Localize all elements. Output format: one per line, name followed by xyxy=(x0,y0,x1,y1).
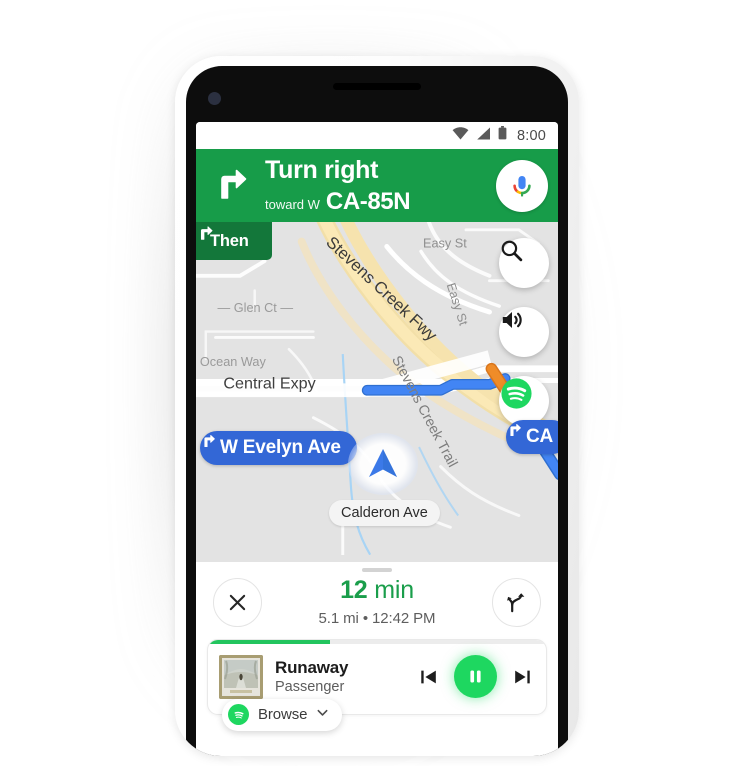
navigation-chevron-icon xyxy=(369,449,397,477)
then-maneuver-badge: Then xyxy=(196,222,272,260)
earpiece-speaker xyxy=(333,83,421,90)
close-icon[interactable] xyxy=(213,578,262,627)
navigation-instruction-block: Turn right toward W CA-85N xyxy=(265,155,496,215)
phone-screen: 8:00 Turn right toward W CA-85N — Glen C… xyxy=(196,122,558,756)
wifi-icon xyxy=(452,126,469,145)
route-shield-label: CA xyxy=(526,426,554,447)
google-assistant-mic-icon[interactable] xyxy=(496,159,548,212)
phone-bezel: 8:00 Turn right toward W CA-85N — Glen C… xyxy=(186,66,568,756)
eta-duration-value: 12 xyxy=(340,576,368,604)
eta-bottom-sheet: 12 min 5.1 mi • 12:42 PM xyxy=(196,568,558,639)
status-bar: 8:00 xyxy=(196,122,558,149)
navigation-header: Turn right toward W CA-85N xyxy=(196,149,558,222)
battery-icon xyxy=(498,126,507,145)
phone-device: 8:00 Turn right toward W CA-85N — Glen C… xyxy=(175,56,579,756)
spotify-icon xyxy=(228,704,249,725)
eta-distance-arrival: 5.1 mi • 12:42 PM xyxy=(318,610,436,627)
map-canvas[interactable]: — Glen Ct — Ocean Way Central Expy Easy … xyxy=(196,222,558,562)
volume-on-icon[interactable] xyxy=(499,307,549,357)
route-alternatives-icon[interactable] xyxy=(492,578,541,627)
map-label-glen-ct: — Glen Ct — xyxy=(218,300,294,315)
route-shield-ca[interactable]: CA xyxy=(506,420,558,454)
toward-prefix: toward W xyxy=(265,196,320,212)
spotify-icon[interactable] xyxy=(499,376,549,426)
turn-instruction: Turn right xyxy=(265,155,379,184)
spotify-browse-chip[interactable]: Browse xyxy=(222,698,343,731)
current-street-pill: Calderon Ave xyxy=(329,500,440,526)
track-artist: Passenger xyxy=(275,679,345,696)
route-shield-w-evelyn-ave[interactable]: W Evelyn Ave xyxy=(200,431,357,465)
playback-controls xyxy=(419,655,532,698)
map-label-central-expy: Central Expy xyxy=(223,374,316,392)
pause-icon[interactable] xyxy=(454,655,497,698)
music-player-area: Runaway Passenger Browse xyxy=(196,639,558,731)
eta-duration-unit: min xyxy=(367,576,414,604)
eta-summary: 12 min 5.1 mi • 12:42 PM xyxy=(262,576,492,628)
status-bar-clock: 8:00 xyxy=(516,127,546,144)
browse-label: Browse xyxy=(258,706,308,723)
front-camera xyxy=(208,92,221,105)
toward-road: CA-85N xyxy=(325,187,411,215)
cell-signal-icon xyxy=(476,127,491,145)
album-art xyxy=(219,654,263,699)
turn-right-icon xyxy=(210,162,252,209)
search-icon[interactable] xyxy=(499,238,549,288)
skip-next-icon[interactable] xyxy=(512,667,532,687)
route-shield-label: W Evelyn Ave xyxy=(220,437,341,458)
map-label-ocean-way: Ocean Way xyxy=(200,354,267,369)
track-info: Runaway Passenger xyxy=(275,658,419,696)
track-title: Runaway xyxy=(275,657,349,677)
then-label: Then xyxy=(210,231,249,250)
chevron-down-icon xyxy=(316,706,329,724)
skip-previous-icon[interactable] xyxy=(419,667,439,687)
map-label-easy-st-1: Easy St xyxy=(423,235,467,250)
user-location-puck xyxy=(348,433,418,495)
